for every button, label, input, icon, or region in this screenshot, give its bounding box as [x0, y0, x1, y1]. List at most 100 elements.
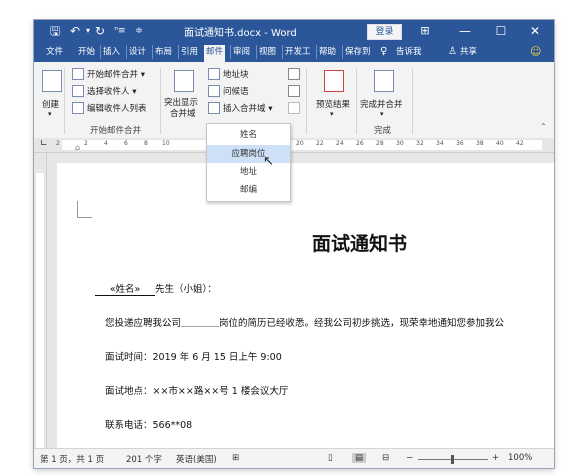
phone-line[interactable]: 联系电话：566**08 [105, 417, 192, 431]
ruler-label: 22 [316, 140, 324, 147]
share-button[interactable]: 共享 [458, 45, 479, 59]
undo-dropdown-icon[interactable]: ▾ [84, 22, 92, 40]
create-dropdown-icon[interactable]: ▾ [48, 110, 52, 118]
tab-layout[interactable]: 布局 [152, 45, 174, 59]
tab-file[interactable]: 文件 [44, 45, 65, 59]
mouse-cursor-icon: ↖ [263, 154, 274, 169]
ruler-label: 36 [456, 140, 464, 147]
ribbon-display-icon[interactable]: ⊞ [418, 22, 432, 40]
ruler-label: 28 [376, 140, 384, 147]
format-icon[interactable]: ⁿ≡ [112, 22, 128, 40]
undo-icon[interactable]: ↶ [68, 22, 82, 40]
word-window: 🖫 ↶ ▾ ↻ ⁿ≡ ≑ 面试通知书.docx - Word 登录 ⊞ — ☐ … [34, 20, 554, 468]
tab-mailings[interactable]: 邮件 [204, 45, 226, 62]
ruler-label: 40 [496, 140, 504, 147]
merge-field-option-name[interactable]: 姓名 [207, 126, 290, 144]
merge-field-option-zipcode[interactable]: 邮编 [207, 181, 290, 199]
place-line[interactable]: 面试地点：××市××路××号 1 楼会议大厅 [105, 383, 288, 397]
greeting-line[interactable]: «姓名» 先生（小姐）： [95, 281, 217, 296]
group-separator [306, 68, 307, 134]
update-labels-icon[interactable] [288, 102, 300, 114]
zoom-out-icon[interactable]: − [406, 453, 413, 463]
select-recipients-icon [72, 85, 84, 97]
tab-save-to[interactable]: 保存到 [342, 45, 373, 59]
customize-qat-icon[interactable]: ≑ [134, 22, 144, 40]
time-line[interactable]: 面试时间：2019 年 6 月 15 日上午 9:00 [105, 349, 282, 363]
login-button[interactable]: 登录 [367, 24, 402, 40]
ruler-label: 8 [144, 140, 148, 147]
edit-recipients-button[interactable]: 编辑收件人列表 [87, 102, 147, 114]
tab-review[interactable]: 审阅 [230, 45, 252, 59]
insert-field-icon [208, 102, 220, 114]
merge-field-option-address[interactable]: 地址 [207, 163, 290, 181]
group-separator [160, 68, 161, 134]
vruler-writing-area [36, 173, 44, 448]
print-layout-icon[interactable]: ▤ [352, 453, 367, 463]
zoom-level[interactable]: 100% [508, 453, 532, 463]
redo-icon[interactable]: ↻ [94, 22, 106, 40]
tab-help[interactable]: 帮助 [316, 45, 338, 59]
save-icon[interactable]: 🖫 [48, 22, 62, 40]
page-count[interactable]: 第 1 页，共 1 页 [40, 453, 104, 465]
group-separator [356, 68, 357, 134]
finish-dropdown-icon[interactable]: ▾ [380, 110, 384, 118]
create-button[interactable]: 创建 [42, 98, 59, 110]
title-bar: 🖫 ↶ ▾ ↻ ⁿ≡ ≑ 面试通知书.docx - Word 登录 ⊞ — ☐ … [34, 20, 554, 42]
address-block-button[interactable]: 地址块 [223, 68, 249, 80]
accessibility-icon[interactable]: ⊞ [232, 453, 239, 463]
tab-stop-icon[interactable]: ∟ [40, 139, 48, 149]
word-count[interactable]: 201 个字 [126, 453, 162, 465]
preview-results-button[interactable]: 预览结果 [316, 98, 350, 110]
name-merge-field[interactable]: «姓名» [95, 281, 155, 296]
ruler-label: 6 [124, 140, 128, 147]
tab-view[interactable]: 视图 [256, 45, 278, 59]
lightbulb-icon[interactable]: ♀ [378, 45, 389, 59]
margin-mark [77, 201, 92, 218]
ruler-label: 4 [104, 140, 108, 147]
tab-developer[interactable]: 开发工 [282, 45, 313, 59]
read-mode-icon[interactable]: ▯ [328, 453, 333, 463]
preview-dropdown-icon[interactable]: ▾ [330, 110, 334, 118]
maximize-icon[interactable]: ☐ [494, 22, 508, 40]
highlight-fields-icon [174, 70, 194, 92]
match-fields-icon[interactable] [288, 85, 300, 97]
close-icon[interactable]: ✕ [528, 22, 542, 40]
start-merge-icon [72, 68, 84, 80]
smiley-icon[interactable]: ☺ [528, 45, 543, 59]
tab-home[interactable]: 开始 [76, 45, 97, 59]
zoom-in-icon[interactable]: + [492, 453, 499, 463]
ruler-label: 30 [396, 140, 404, 147]
tab-references[interactable]: 引用 [178, 45, 200, 59]
select-recipients-button[interactable]: 选择收件人 ▾ [87, 85, 136, 97]
highlight-fields-label: 合并域 [170, 109, 196, 119]
greeting-button[interactable]: 问候语 [223, 85, 249, 97]
document-page[interactable]: 面试通知书 «姓名» 先生（小姐）： 您投递应聘我公司＿＿＿＿岗位的简历已经收悉。… [57, 163, 554, 448]
tab-design[interactable]: 设计 [126, 45, 148, 59]
language-indicator[interactable]: 英语(美国) [176, 453, 217, 465]
insert-merge-field-button[interactable]: 插入合并域 ▾ [223, 102, 272, 114]
body-line[interactable]: 您投递应聘我公司＿＿＿＿岗位的简历已经收悉。经我公司初步挑选，现荣幸地通知您参加… [105, 315, 504, 329]
collapse-ribbon-icon[interactable]: ⌃ [540, 122, 547, 131]
ruler-label: 34 [436, 140, 444, 147]
insert-field-label: 插入合并域 [223, 104, 266, 114]
ruler-label: 32 [416, 140, 424, 147]
vertical-ruler[interactable] [34, 153, 47, 448]
minimize-icon[interactable]: — [458, 22, 472, 40]
envelope-icon[interactable] [42, 70, 62, 92]
ruler-label: 38 [476, 140, 484, 147]
rules-icon[interactable] [288, 68, 300, 80]
indent-marker-icon[interactable]: ⌂ [75, 143, 80, 152]
start-merge-button[interactable]: 开始邮件合并 ▾ [87, 68, 145, 80]
document-area[interactable]: 面试通知书 «姓名» 先生（小姐）： 您投递应聘我公司＿＿＿＿岗位的简历已经收悉。… [47, 153, 554, 448]
zoom-slider-thumb[interactable] [451, 455, 454, 464]
tell-me-search[interactable]: 告诉我 [394, 45, 424, 59]
greeting-icon [208, 85, 220, 97]
ruler-label: 2 [84, 140, 88, 147]
finish-merge-button[interactable]: 完成并合并 [360, 98, 403, 110]
group-label-start-merge: 开始邮件合并 [90, 126, 142, 136]
tab-insert[interactable]: 插入 [100, 45, 122, 59]
horizontal-ruler[interactable]: ∟ 2 ⌂ 2 4 6 8 10 20 22 24 26 28 30 32 34… [34, 138, 554, 153]
merge-field-option-position[interactable]: 应聘岗位 [207, 145, 290, 163]
web-layout-icon[interactable]: ⊟ [382, 453, 389, 463]
ruler-label: 10 [162, 140, 170, 147]
